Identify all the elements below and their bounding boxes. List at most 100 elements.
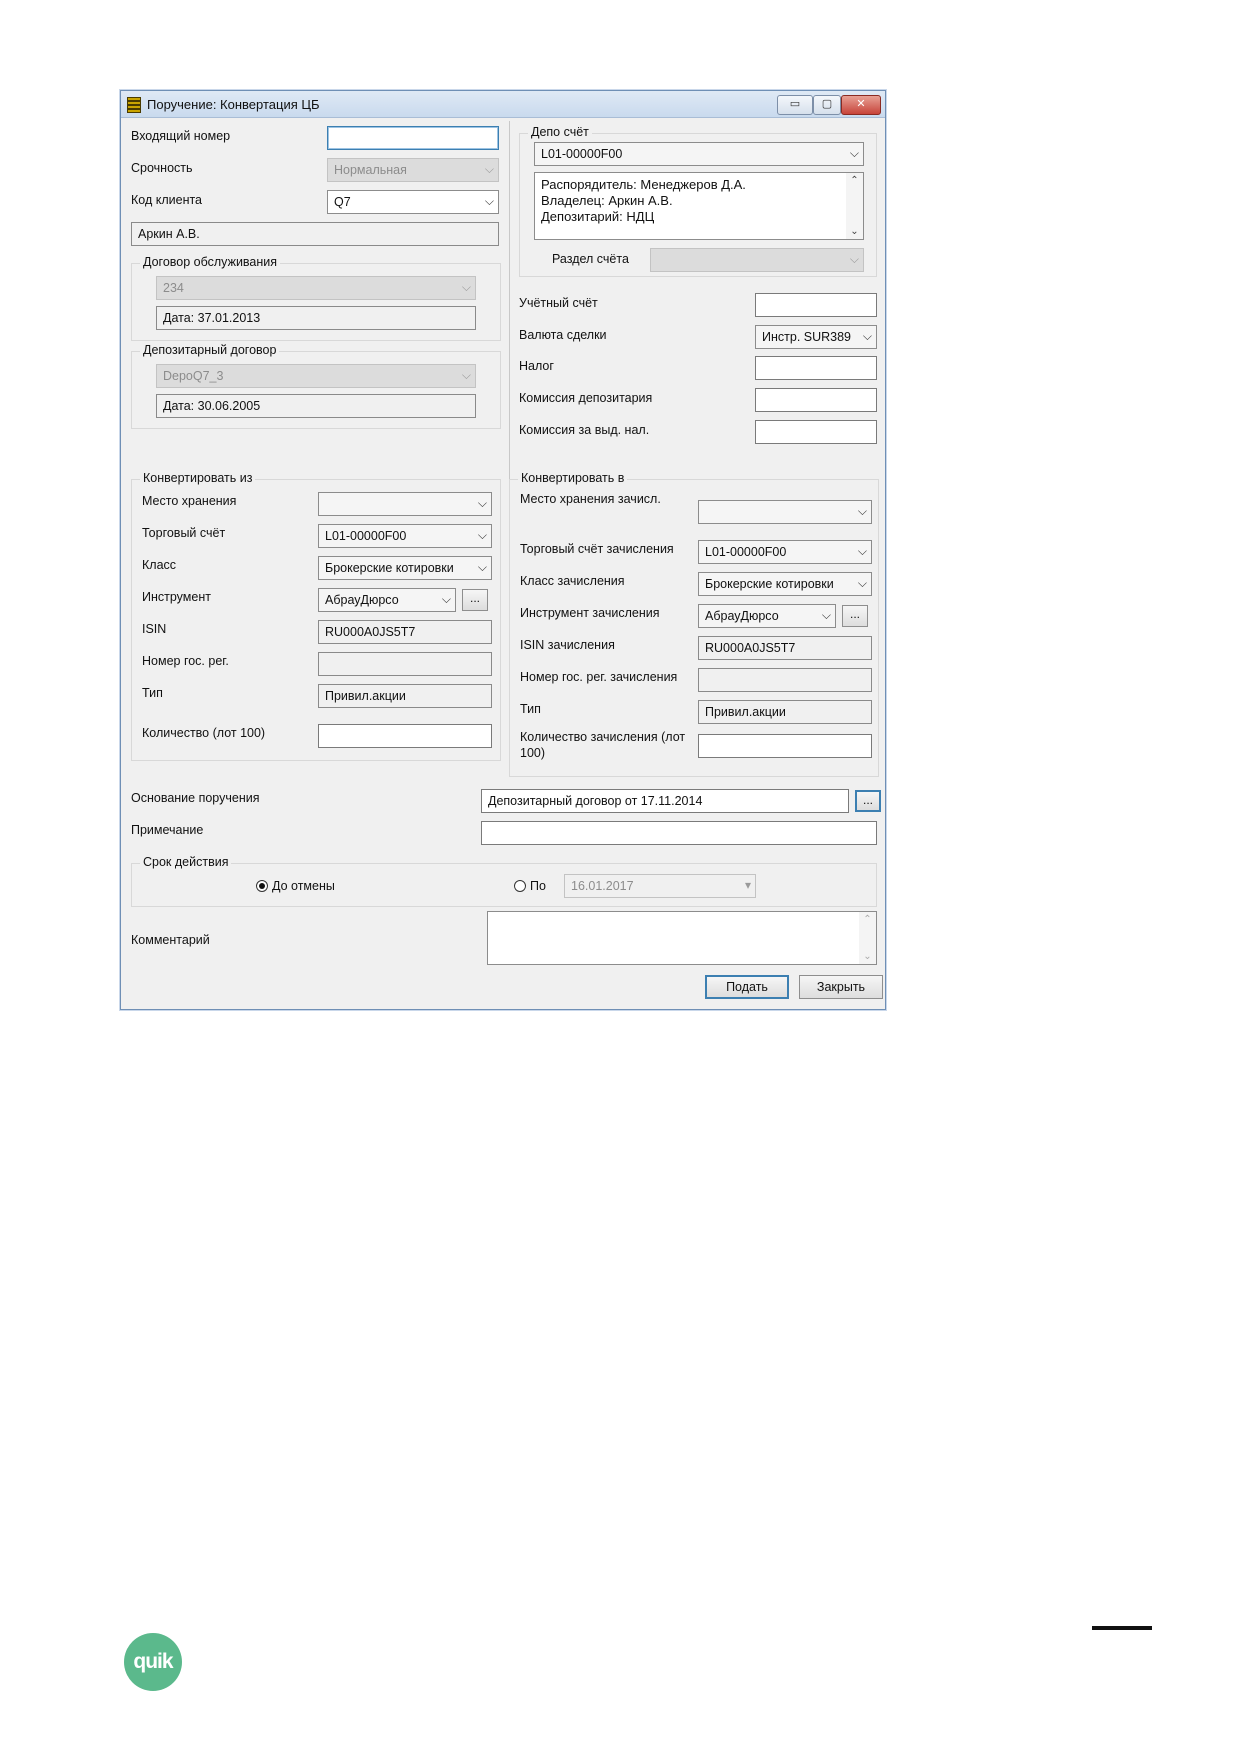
- chevron-down-icon: ⌵: [441, 592, 451, 606]
- storage-select[interactable]: ⌵: [318, 492, 492, 516]
- incoming-number-input[interactable]: [327, 126, 499, 150]
- trade-account-select[interactable]: L01-00000F00 ⌵: [318, 524, 492, 548]
- reg-number-field: [318, 652, 492, 676]
- note-label: Примечание: [131, 823, 204, 837]
- instrument-to-browse-button[interactable]: ...: [842, 605, 868, 627]
- depo-contract-value: DepoQ7_3: [163, 369, 224, 383]
- until-date-value: 16.01.2017: [571, 879, 634, 893]
- chevron-down-icon: ⌵: [461, 368, 471, 382]
- class-to-select[interactable]: Брокерские котировки ⌵: [698, 572, 872, 596]
- quantity-to-input[interactable]: [698, 734, 872, 758]
- minimize-button[interactable]: ▭: [777, 95, 813, 115]
- depo-account-value: L01-00000F00: [541, 147, 623, 161]
- storage-to-label: Место хранения зачисл.: [520, 492, 661, 506]
- close-window-button[interactable]: ✕: [841, 95, 881, 115]
- info-line-owner: Владелец: Аркин А.В.: [541, 193, 673, 208]
- instrument-value: АбрауДюрсо: [325, 593, 399, 607]
- order-basis-browse-button[interactable]: ...: [855, 790, 881, 812]
- close-button[interactable]: Закрыть: [799, 975, 883, 999]
- convert-to-group: Конвертировать в Место хранения зачисл. …: [509, 471, 879, 777]
- note-input[interactable]: [481, 821, 877, 845]
- service-contract-date: Дата: 37.01.2013: [156, 306, 476, 330]
- page-marker-line: [1092, 1626, 1152, 1630]
- depo-account-info: Распорядитель: Менеджеров Д.А. Владелец:…: [534, 172, 864, 240]
- instrument-select[interactable]: АбрауДюрсо ⌵: [318, 588, 456, 612]
- class-to-value: Брокерские котировки: [705, 577, 834, 591]
- until-date-label: По: [530, 879, 546, 893]
- trade-account-to-select[interactable]: L01-00000F00 ⌵: [698, 540, 872, 564]
- depo-commission-input[interactable]: [755, 388, 877, 412]
- info-scrollbar[interactable]: ⌃ ⌄: [846, 173, 863, 239]
- isin-field: RU000A0JS5T7: [318, 620, 492, 644]
- chevron-down-icon: ⌵: [484, 194, 494, 208]
- submit-button[interactable]: Подать: [705, 975, 789, 999]
- service-contract-value: 234: [163, 281, 184, 295]
- comment-label: Комментарий: [131, 933, 210, 947]
- depo-contract-date: Дата: 30.06.2005: [156, 394, 476, 418]
- client-code-select[interactable]: Q7 ⌵: [327, 190, 499, 214]
- depo-account-title: Депо счёт: [528, 125, 592, 139]
- class-to-label: Класс зачисления: [520, 574, 625, 588]
- scroll-up-icon[interactable]: ⌃: [846, 175, 863, 186]
- tax-commission-input[interactable]: [755, 420, 877, 444]
- incoming-number-label: Входящий номер: [131, 129, 231, 143]
- tax-input[interactable]: [755, 356, 877, 380]
- chevron-down-icon: ⌵: [484, 162, 494, 176]
- instrument-label: Инструмент: [142, 590, 211, 604]
- service-contract-select[interactable]: 234 ⌵: [156, 276, 476, 300]
- account-section-label: Раздел счёта: [552, 252, 629, 266]
- chevron-down-icon: ⌵: [857, 504, 867, 518]
- depo-commission-label: Комиссия депозитария: [519, 391, 653, 405]
- comment-input[interactable]: ⌃ ⌄: [487, 911, 877, 965]
- chevron-down-icon: ⌵: [821, 608, 831, 622]
- deal-currency-label: Валюта сделки: [519, 328, 607, 342]
- urgency-label: Срочность: [131, 161, 193, 175]
- quantity-input[interactable]: [318, 724, 492, 748]
- type-field: Привил.акции: [318, 684, 492, 708]
- scroll-up-icon[interactable]: ⌃: [859, 914, 876, 925]
- storage-to-select[interactable]: ⌵: [698, 500, 872, 524]
- deal-currency-select[interactable]: Инстр. SUR389 ⌵: [755, 325, 877, 349]
- urgency-value: Нормальная: [334, 163, 407, 177]
- maximize-button[interactable]: ▢: [813, 95, 841, 115]
- comment-scrollbar[interactable]: ⌃ ⌄: [859, 912, 876, 964]
- quantity-to-label-line1: Количество зачисления (лот: [520, 730, 686, 744]
- instrument-browse-button[interactable]: ...: [462, 589, 488, 611]
- scroll-down-icon[interactable]: ⌄: [846, 226, 863, 237]
- type-to-label: Тип: [520, 702, 541, 716]
- class-select[interactable]: Брокерские котировки ⌵: [318, 556, 492, 580]
- until-date-radio[interactable]: [514, 880, 526, 892]
- chevron-down-icon: ⌵: [477, 528, 487, 542]
- client-code-value: Q7: [334, 195, 351, 209]
- info-line-manager: Распорядитель: Менеджеров Д.А.: [541, 177, 746, 192]
- scroll-down-icon[interactable]: ⌄: [859, 951, 876, 962]
- chevron-down-icon: ⌵: [862, 329, 872, 343]
- depo-contract-select[interactable]: DepoQ7_3 ⌵: [156, 364, 476, 388]
- quantity-label: Количество (лот 100): [142, 726, 266, 740]
- depo-account-group: Депо счёт L01-00000F00 ⌵ Распорядитель: …: [519, 125, 877, 277]
- info-line-depository: Депозитарий: НДЦ: [541, 209, 655, 224]
- account-section-select[interactable]: ⌵: [650, 248, 864, 272]
- trade-account-label: Торговый счёт: [142, 526, 226, 540]
- validity-group: Срок действия До отмены По 16.01.2017 ▾: [131, 855, 877, 907]
- trade-account-value: L01-00000F00: [325, 529, 407, 543]
- depo-account-select[interactable]: L01-00000F00 ⌵: [534, 142, 864, 166]
- urgency-select[interactable]: Нормальная ⌵: [327, 158, 499, 182]
- tax-label: Налог: [519, 359, 554, 373]
- reg-number-label: Номер гос. рег.: [142, 654, 229, 668]
- calendar-dropdown-icon: ▾: [744, 878, 751, 892]
- order-basis-label: Основание поручения: [131, 791, 260, 805]
- accounting-account-input[interactable]: [755, 293, 877, 317]
- isin-to-label: ISIN зачисления: [520, 638, 615, 652]
- title-bar[interactable]: Поручение: Конвертация ЦБ ▭ ▢ ✕: [121, 91, 885, 118]
- convert-from-group: Конвертировать из Место хранения ⌵ Торго…: [131, 471, 501, 761]
- type-to-field: Привил.акции: [698, 700, 872, 724]
- reg-number-to-field: [698, 668, 872, 692]
- until-cancel-label: До отмены: [272, 879, 335, 893]
- order-basis-input[interactable]: Депозитарный договор от 17.11.2014: [481, 789, 849, 813]
- service-contract-title: Договор обслуживания: [140, 255, 281, 269]
- until-cancel-radio[interactable]: [256, 880, 268, 892]
- instrument-to-select[interactable]: АбрауДюрсо ⌵: [698, 604, 836, 628]
- client-code-label: Код клиента: [131, 193, 203, 207]
- until-date-picker[interactable]: 16.01.2017 ▾: [564, 874, 756, 898]
